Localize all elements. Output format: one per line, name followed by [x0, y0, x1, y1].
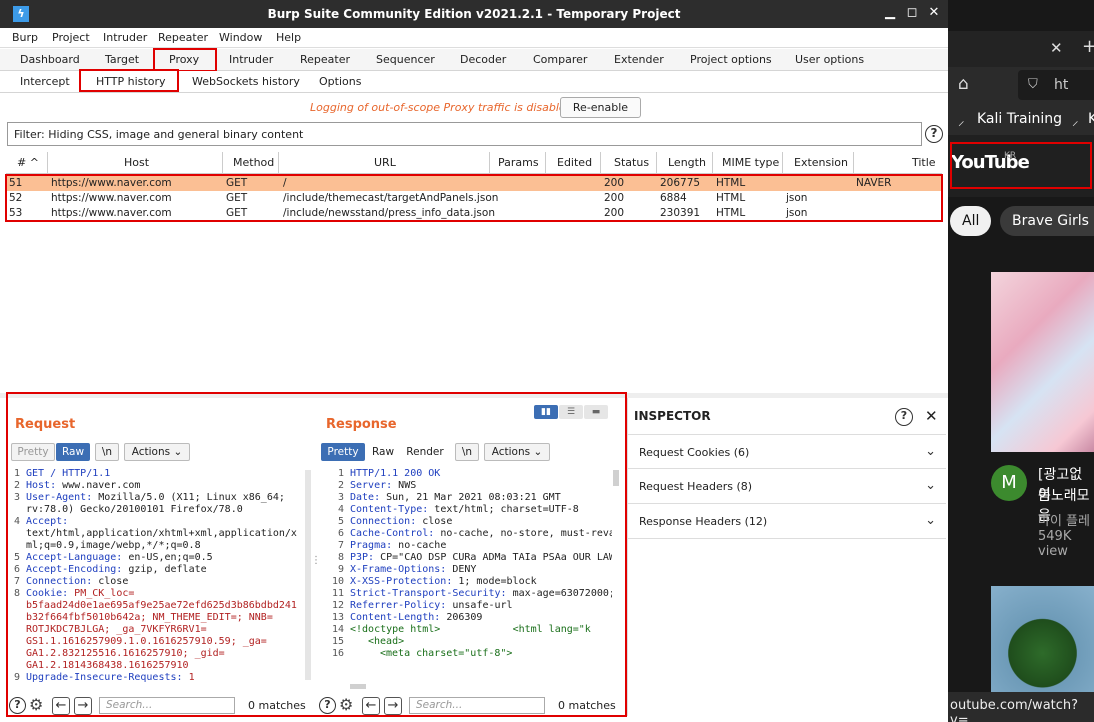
section-label: Request Headers (8): [639, 480, 753, 493]
tab-user-options[interactable]: User options: [795, 53, 864, 66]
http-history-highlight: [79, 69, 179, 92]
url-text: ht: [1054, 77, 1069, 93]
tab-intruder[interactable]: Intruder: [229, 53, 273, 66]
chevron-down-icon: ⌄: [925, 478, 936, 493]
request-response-highlight: [6, 392, 627, 717]
minimize-button[interactable]: ▁: [883, 5, 897, 21]
tab-decoder[interactable]: Decoder: [460, 53, 506, 66]
inspector-help-icon[interactable]: ?: [895, 408, 913, 426]
col-edited[interactable]: Edited: [557, 156, 592, 169]
tab-sequencer[interactable]: Sequencer: [376, 53, 435, 66]
tab-target[interactable]: Target: [105, 53, 139, 66]
window-title: Burp Suite Community Edition v2021.2.1 -…: [267, 7, 681, 21]
tab-extender[interactable]: Extender: [614, 53, 664, 66]
shield-icon: ⛉: [1028, 77, 1038, 92]
logging-message: Logging of out-of-scope Proxy traffic is…: [310, 101, 573, 114]
inspector-title: INSPECTOR: [634, 409, 711, 423]
col-host[interactable]: Host: [124, 156, 149, 169]
browser-window: ✕ + ⌂ ⛉ ht ⸝ Kali Training ⸝ K YouTube K…: [948, 0, 1094, 722]
tab-intercept[interactable]: Intercept: [20, 75, 70, 88]
status-bar: outube.com/watch?v=: [948, 692, 1094, 722]
tab-websockets-history[interactable]: WebSockets history: [192, 75, 300, 88]
browser-tab-strip: ✕ +: [948, 31, 1094, 67]
video-thumbnail[interactable]: [991, 586, 1094, 698]
section-label: Request Cookies (6): [639, 446, 750, 459]
video-views: 549K view: [1038, 529, 1072, 559]
bookmarks-bar: ⸝ Kali Training ⸝ K: [948, 103, 1094, 135]
youtube-logo-highlight: [950, 142, 1092, 189]
bookmark-k[interactable]: K: [1088, 111, 1094, 127]
browser-nav-bar: ⌂ ⛉ ht: [948, 67, 1094, 103]
menu-intruder[interactable]: Intruder: [103, 31, 147, 44]
section-label: Response Headers (12): [639, 515, 768, 528]
chip-brave-girls[interactable]: Brave Girls: [1000, 206, 1094, 236]
inspector-panel: INSPECTOR ? ✕ Request Cookies (6) ⌄ Requ…: [627, 398, 946, 716]
inspector-request-headers[interactable]: Request Headers (8) ⌄: [628, 469, 946, 504]
chip-all[interactable]: All: [950, 206, 992, 236]
col-length[interactable]: Length: [668, 156, 706, 169]
new-tab-icon[interactable]: +: [1082, 36, 1094, 57]
maximize-button[interactable]: ◻: [905, 5, 919, 21]
tab-options[interactable]: Options: [319, 75, 361, 88]
col-title[interactable]: Title: [912, 156, 936, 169]
inspector-request-cookies[interactable]: Request Cookies (6) ⌄: [628, 434, 946, 469]
menu-help[interactable]: Help: [276, 31, 301, 44]
chevron-down-icon: ⌄: [925, 513, 936, 528]
col-status[interactable]: Status: [614, 156, 649, 169]
col-extension[interactable]: Extension: [794, 156, 848, 169]
menu-bar: Burp Project Intruder Repeater Window He…: [0, 28, 948, 48]
video-channel: 마이 플레: [1038, 514, 1090, 529]
tab-close-icon[interactable]: ✕: [1050, 39, 1063, 57]
history-rows-highlight: [5, 174, 943, 222]
filter-help-icon[interactable]: ?: [925, 125, 943, 143]
menu-burp[interactable]: Burp: [12, 31, 38, 44]
home-icon[interactable]: ⌂: [958, 74, 969, 94]
col-method[interactable]: Method: [233, 156, 274, 169]
burp-window: ϟ Burp Suite Community Edition v2021.2.1…: [0, 0, 948, 722]
logging-notice: Logging of out-of-scope Proxy traffic is…: [0, 94, 948, 122]
inspector-response-headers[interactable]: Response Headers (12) ⌄: [628, 504, 946, 539]
menu-repeater[interactable]: Repeater: [158, 31, 208, 44]
tab-project-options[interactable]: Project options: [690, 53, 772, 66]
history-table-header: # ^ Host Method URL Params Edited Status…: [6, 152, 942, 174]
col-url[interactable]: URL: [374, 156, 396, 169]
bookmark-kali-training[interactable]: Kali Training: [977, 111, 1062, 127]
menu-project[interactable]: Project: [52, 31, 90, 44]
tab-comparer[interactable]: Comparer: [533, 53, 587, 66]
kali-bookmark-icon: ⸝: [1072, 114, 1079, 129]
tab-dashboard[interactable]: Dashboard: [20, 53, 80, 66]
re-enable-button[interactable]: Re-enable: [560, 97, 641, 118]
chevron-down-icon: ⌄: [925, 444, 936, 459]
close-button[interactable]: ✕: [927, 5, 941, 21]
menu-window[interactable]: Window: [219, 31, 262, 44]
col-params[interactable]: Params: [498, 156, 539, 169]
col-number[interactable]: # ^: [17, 156, 39, 169]
video-thumbnail[interactable]: [991, 272, 1094, 452]
main-tab-bar: Dashboard Target Proxy Intruder Repeater…: [0, 49, 948, 71]
kali-bookmark-icon: ⸝: [958, 114, 965, 129]
tab-repeater[interactable]: Repeater: [300, 53, 350, 66]
title-bar: ϟ Burp Suite Community Edition v2021.2.1…: [0, 0, 948, 28]
inspector-close-icon[interactable]: ✕: [925, 407, 938, 425]
channel-avatar[interactable]: M: [991, 465, 1027, 501]
status-url: outube.com/watch?v=: [950, 698, 1079, 722]
col-mime-type[interactable]: MIME type: [722, 156, 779, 169]
filter-bar[interactable]: Filter: Hiding CSS, image and general bi…: [7, 122, 922, 146]
url-bar[interactable]: ⛉ ht: [1018, 70, 1094, 100]
